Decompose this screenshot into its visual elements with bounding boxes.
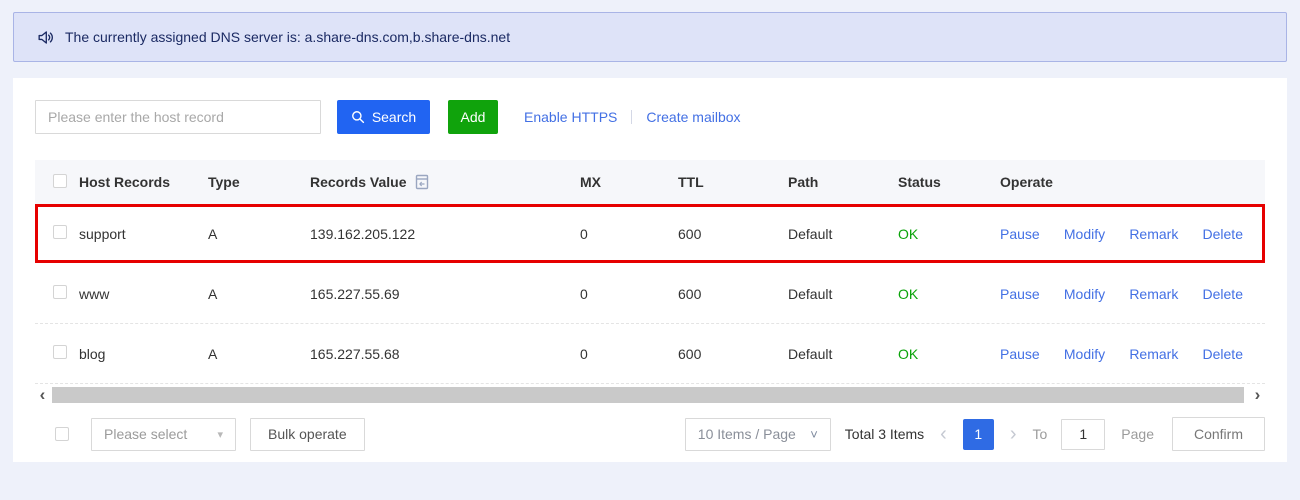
cell-type: A [208, 226, 310, 242]
create-mailbox-link[interactable]: Create mailbox [646, 109, 740, 125]
horizontal-scrollbar: ‹ › [35, 385, 1265, 405]
bottom-bar: Please select ▾ Bulk operate 10 Items / … [35, 417, 1265, 451]
speaker-icon [36, 28, 55, 47]
modify-link[interactable]: Modify [1064, 286, 1105, 302]
status-badge: OK [898, 346, 1000, 362]
modify-link[interactable]: Modify [1064, 226, 1105, 242]
column-records-value: Records Value [310, 174, 580, 190]
column-operate: Operate [1000, 174, 1265, 190]
cell-records-value: 165.227.55.68 [310, 346, 580, 362]
scrollbar-track[interactable] [50, 386, 1250, 404]
page-size-value: 10 Items / Page [698, 426, 796, 442]
table-row-blog: blog A 165.227.55.68 0 600 Default OK Pa… [35, 324, 1265, 384]
cell-host: blog [79, 346, 208, 362]
remark-link[interactable]: Remark [1129, 226, 1178, 242]
pause-link[interactable]: Pause [1000, 226, 1040, 242]
chevron-down-icon: ˅ [810, 427, 818, 442]
delete-link[interactable]: Delete [1203, 286, 1243, 302]
goto-page-label: Page [1121, 426, 1154, 442]
cell-ttl: 600 [678, 346, 788, 362]
cell-host: www [79, 286, 208, 302]
cell-ttl: 600 [678, 286, 788, 302]
pagination: 10 Items / Page ˅ Total 3 Items ‹ 1 › To… [685, 417, 1265, 451]
header-checkbox-cell [35, 174, 79, 191]
operate-cell: Pause Modify Remark Delete [1000, 346, 1265, 362]
cell-records-value: 165.227.55.69 [310, 286, 580, 302]
table-row-www: www A 165.227.55.69 0 600 Default OK Pau… [35, 264, 1265, 324]
bulk-operate-button[interactable]: Bulk operate [250, 418, 365, 451]
delete-link[interactable]: Delete [1203, 226, 1243, 242]
cell-mx: 0 [580, 226, 678, 242]
cell-type: A [208, 286, 310, 302]
records-value-toggle-icon[interactable] [415, 174, 429, 190]
goto-page-input[interactable] [1061, 419, 1105, 450]
table-header: Host Records Type Records Value MX TTL P… [35, 160, 1265, 204]
column-mx: MX [580, 174, 678, 190]
current-page-button[interactable]: 1 [963, 419, 994, 450]
row-checkbox[interactable] [53, 285, 67, 299]
bulk-select-checkbox[interactable] [55, 427, 69, 441]
cell-host: support [79, 226, 208, 242]
remark-link[interactable]: Remark [1129, 286, 1178, 302]
host-record-search-input[interactable] [35, 100, 321, 134]
prev-page-icon[interactable]: ‹ [940, 424, 947, 444]
modify-link[interactable]: Modify [1064, 346, 1105, 362]
total-items-label: Total 3 Items [845, 426, 924, 442]
goto-to-label: To [1033, 426, 1048, 442]
select-all-checkbox[interactable] [53, 174, 67, 188]
scroll-left-icon[interactable]: ‹ [35, 386, 50, 404]
bulk-select-placeholder: Please select [104, 426, 187, 442]
cell-path: Default [788, 346, 898, 362]
search-icon [351, 110, 365, 124]
column-host-records: Host Records [79, 174, 208, 190]
pause-link[interactable]: Pause [1000, 286, 1040, 302]
link-divider [631, 110, 632, 124]
status-badge: OK [898, 286, 1000, 302]
banner-text: The currently assigned DNS server is: a.… [65, 29, 510, 45]
scroll-right-icon[interactable]: › [1250, 386, 1265, 404]
column-type: Type [208, 174, 310, 190]
cell-ttl: 600 [678, 226, 788, 242]
toolbar: Search Add Enable HTTPS Create mailbox [35, 100, 1265, 134]
column-status: Status [898, 174, 1000, 190]
chevron-down-icon: ▾ [217, 428, 223, 441]
cell-mx: 0 [580, 286, 678, 302]
remark-link[interactable]: Remark [1129, 346, 1178, 362]
dns-server-banner: The currently assigned DNS server is: a.… [13, 12, 1287, 62]
records-panel: Search Add Enable HTTPS Create mailbox H… [13, 78, 1287, 462]
pause-link[interactable]: Pause [1000, 346, 1040, 362]
scrollbar-thumb[interactable] [52, 387, 1244, 403]
add-button[interactable]: Add [448, 100, 498, 134]
row-checkbox[interactable] [53, 225, 67, 239]
confirm-button[interactable]: Confirm [1172, 417, 1265, 451]
status-badge: OK [898, 226, 1000, 242]
column-ttl: TTL [678, 174, 788, 190]
enable-https-link[interactable]: Enable HTTPS [524, 109, 617, 125]
next-page-icon[interactable]: › [1010, 424, 1017, 444]
row-checkbox[interactable] [53, 345, 67, 359]
bulk-action-select[interactable]: Please select ▾ [91, 418, 236, 451]
search-button[interactable]: Search [337, 100, 430, 134]
cell-mx: 0 [580, 346, 678, 362]
page-size-select[interactable]: 10 Items / Page ˅ [685, 418, 831, 451]
cell-type: A [208, 346, 310, 362]
column-records-value-label: Records Value [310, 174, 407, 190]
column-path: Path [788, 174, 898, 190]
cell-path: Default [788, 286, 898, 302]
cell-path: Default [788, 226, 898, 242]
bulk-operate-group: Please select ▾ Bulk operate [35, 418, 365, 451]
table-row-support: support A 139.162.205.122 0 600 Default … [35, 204, 1265, 264]
operate-cell: Pause Modify Remark Delete [1000, 286, 1265, 302]
cell-records-value: 139.162.205.122 [310, 226, 580, 242]
operate-cell: Pause Modify Remark Delete [1000, 226, 1265, 242]
delete-link[interactable]: Delete [1203, 346, 1243, 362]
search-button-label: Search [372, 109, 416, 125]
